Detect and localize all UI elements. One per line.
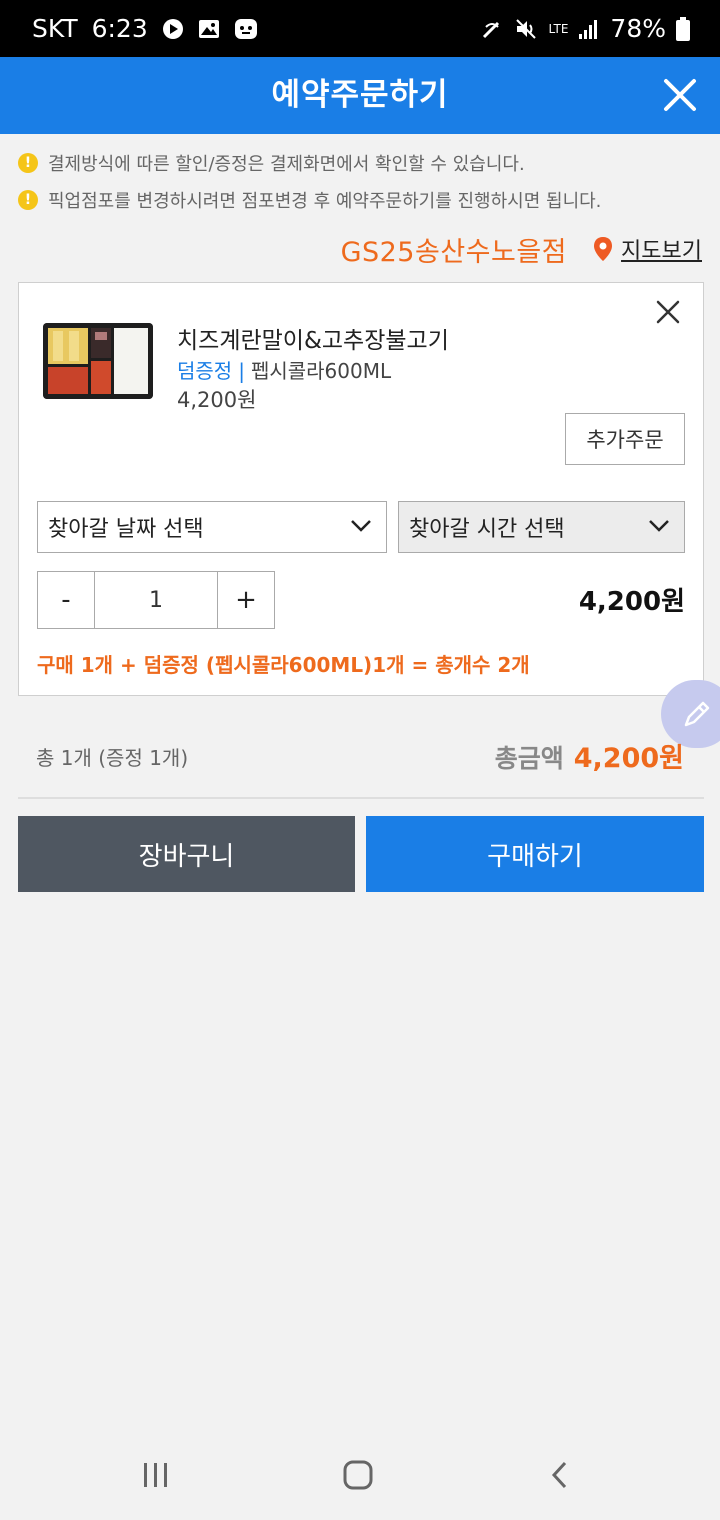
product-image [43,323,153,399]
network-label: LTE [548,21,569,36]
pencil-icon [684,701,710,727]
map-link[interactable]: 지도보기 [593,233,702,265]
date-select[interactable]: 찾아갈 날짜 선택 [37,501,387,553]
notice-text: 결제방식에 따른 할인/증정은 결제화면에서 확인할 수 있습니다. [48,154,525,175]
warning-icon: ! [18,190,38,210]
quantity-stepper: - 1 + [37,571,275,629]
increase-button[interactable]: + [218,572,274,628]
battery-level: 78% [610,14,666,43]
time-select[interactable]: 찾아갈 시간 선택 [398,501,685,553]
line-total: 4,200원 [578,587,685,617]
gift-info: 덤증정 | 펩시콜라600ML [177,355,391,384]
total-label: 총금액 [494,744,564,773]
store-row: GS25송산수노을점 지도보기 [341,230,702,268]
gift-tag: 덤증정 [177,359,233,383]
header-bar: 예약주문하기 [0,57,720,134]
time-select-label: 찾아갈 시간 선택 [409,517,565,542]
home-button[interactable] [328,1450,388,1500]
remove-item-button[interactable] [653,297,683,327]
recent-apps-button[interactable] [126,1450,186,1500]
date-select-label: 찾아갈 날짜 선택 [48,517,204,542]
map-link-label: 지도보기 [621,239,702,264]
close-icon [664,79,696,111]
summary-count: 총 1개 (증정 1개) [36,746,189,770]
product-name: 치즈계란말이&고추장불고기 [177,328,449,354]
back-button[interactable] [530,1450,590,1500]
buy-button[interactable]: 구매하기 [366,816,704,892]
map-pin-icon [594,237,613,261]
warning-icon: ! [18,153,38,173]
product-card: 치즈계란말이&고추장불고기 덤증정 | 펩시콜라600ML 4,200원 추가주문 … [18,282,704,696]
recent-apps-icon [144,1463,167,1487]
nfc-icon [480,17,504,41]
close-button[interactable] [658,73,702,117]
system-nav-bar [0,1430,720,1520]
app-icon [234,17,258,41]
cart-button[interactable]: 장바구니 [18,816,355,892]
decrease-button[interactable]: - [38,572,94,628]
back-icon [551,1461,567,1489]
gift-item: 펩시콜라600ML [250,359,392,383]
chevron-down-icon [649,520,669,532]
divider [18,797,704,799]
notice-pickup: ! 픽업점포를 변경하시려면 점포변경 후 예약주문하기를 진행하시면 됩니다. [18,185,601,215]
notice-discount: ! 결제방식에 따른 할인/증정은 결제화면에서 확인할 수 있습니다. [18,148,525,178]
store-name: GS25송산수노을점 [340,236,568,268]
mute-icon [514,17,538,41]
purchase-note: 구매 1개 + 덤증정 (펩시콜라600ML)1개 = 총개수 2개 [37,653,530,677]
add-order-button[interactable]: 추가주문 [565,413,685,465]
gift-separator: | [238,359,245,383]
chevron-down-icon [351,520,371,532]
battery-icon [676,16,690,41]
signal-icon [578,18,600,40]
quantity-field[interactable]: 1 [94,572,218,628]
unit-price: 4,200원 [177,388,257,412]
carrier-label: SKT [32,14,78,43]
status-bar: SKT 6:23 LTE 78% [0,0,720,57]
total-amount: 4,200원 [573,743,684,774]
page-title: 예약주문하기 [271,77,449,113]
close-icon [656,300,680,324]
notice-text: 픽업점포를 변경하시려면 점포변경 후 예약주문하기를 진행하시면 됩니다. [48,191,602,212]
gallery-icon [198,19,220,39]
clock: 6:23 [91,14,148,43]
home-icon [343,1460,373,1490]
summary-total: 총금액 4,200원 [495,736,684,775]
play-icon [162,18,184,40]
